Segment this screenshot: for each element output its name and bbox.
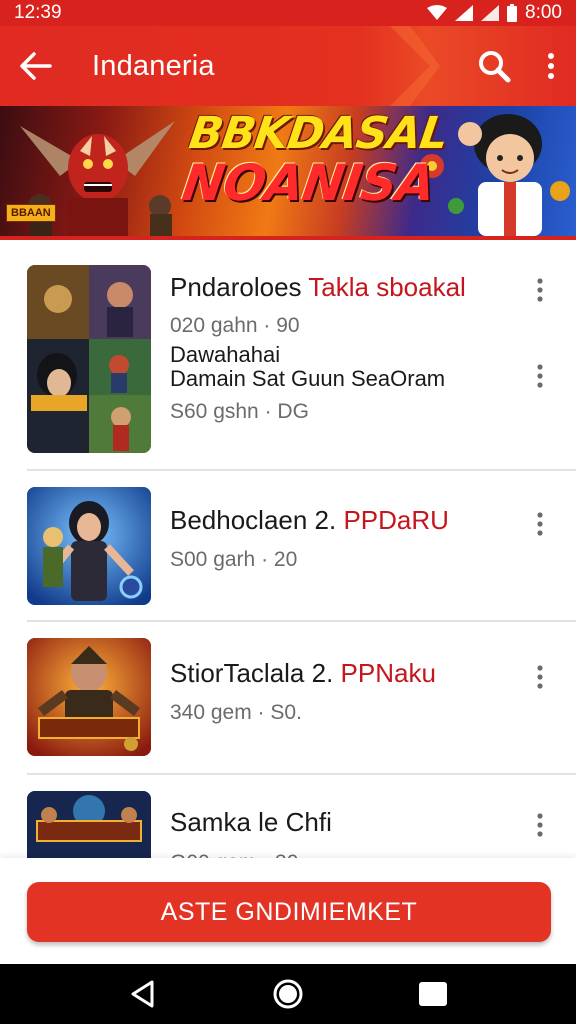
item-title-main: Bedhoclaen 2. xyxy=(170,505,344,535)
item-subtitle-2: Damain Sat Guun SeaOram xyxy=(170,366,446,391)
page-title: Indaneria xyxy=(92,49,215,82)
list-item[interactable]: Pndaroloes Takla sboakal 020 gahn · 90 D… xyxy=(0,240,576,471)
back-button[interactable] xyxy=(0,26,72,106)
nav-recents-icon xyxy=(419,982,448,1006)
search-icon xyxy=(479,51,511,83)
more-vert-icon xyxy=(548,53,554,79)
banner-badge: BBAAN xyxy=(6,204,56,222)
item-meta: 020 gahn · 90 xyxy=(170,314,300,337)
nav-back-icon xyxy=(131,980,154,1008)
nav-back-button[interactable] xyxy=(113,964,173,1024)
game-thumbnail xyxy=(27,638,151,756)
item-more-button[interactable] xyxy=(524,805,556,845)
item-title-accent: PPNaku xyxy=(340,658,436,688)
item-meta: 340 gem · S0. xyxy=(170,701,302,724)
system-nav-bar xyxy=(0,964,576,1024)
item-more-button[interactable] xyxy=(524,657,556,697)
list-item[interactable]: Samka le Chfi G00 gem · 30 xyxy=(0,775,576,865)
item-more-button[interactable] xyxy=(524,504,556,544)
overflow-menu-button[interactable] xyxy=(526,26,576,106)
status-bar: 12:39 8:00 xyxy=(0,0,576,26)
banner-title-line1: BBKDASAL xyxy=(186,108,451,159)
status-time: 12:39 xyxy=(14,2,62,23)
thumbnail-collage-art xyxy=(27,265,151,453)
more-vert-icon xyxy=(537,665,543,689)
item-title: Pndaroloes Takla sboakal xyxy=(170,272,466,303)
item-more-button[interactable] xyxy=(524,270,556,310)
item-title: Bedhoclaen 2. PPDaRU xyxy=(170,505,449,536)
item-title-main: Samka le Chfi xyxy=(170,807,332,837)
item-subtitle-1: Dawahahai xyxy=(170,342,281,367)
appbar-actions xyxy=(462,26,576,106)
bottom-action-bar: ASTE GNDIMIEMKET xyxy=(0,858,576,964)
item-meta: S00 garh · 20 xyxy=(170,548,298,571)
game-thumbnail xyxy=(27,265,151,453)
list-item[interactable]: Bedhoclaen 2. PPDaRU S00 garh · 20 xyxy=(0,471,576,623)
nav-home-button[interactable] xyxy=(258,964,318,1024)
item-title: StiorTaclala 2. PPNaku xyxy=(170,658,436,689)
list-item[interactable]: StiorTaclala 2. PPNaku 340 gem · S0. xyxy=(0,623,576,775)
list-divider xyxy=(27,620,576,622)
signal-icon xyxy=(455,5,474,21)
game-thumbnail xyxy=(27,487,151,605)
item-title-accent: PPDaRU xyxy=(343,505,449,535)
banner-title-line2: NOANISA xyxy=(178,154,439,212)
wifi-icon xyxy=(427,5,448,20)
item-more-button-secondary[interactable] xyxy=(524,356,556,396)
more-vert-icon xyxy=(537,813,543,837)
thumbnail-heroine-art xyxy=(27,487,151,605)
more-vert-icon xyxy=(537,278,543,302)
status-icons: 8:00 xyxy=(427,2,562,24)
nav-home-icon xyxy=(273,979,303,1009)
status-right-time: 8:00 xyxy=(525,2,562,23)
battery-icon xyxy=(507,4,518,22)
app-bar: Indaneria xyxy=(0,26,576,106)
item-title-accent: Takla sboakal xyxy=(308,272,466,302)
thumbnail-warrior-art xyxy=(27,638,151,756)
thumbnail-arena-art xyxy=(27,791,151,865)
item-title-main: Pndaroloes xyxy=(170,272,309,302)
item-title: Samka le Chfi xyxy=(170,807,332,838)
nav-recents-button[interactable] xyxy=(403,964,463,1024)
back-arrow-icon xyxy=(20,52,52,80)
game-thumbnail xyxy=(27,791,151,865)
signal-icon-2 xyxy=(481,5,500,21)
item-title-main: StiorTaclala 2. xyxy=(170,658,341,688)
more-vert-icon xyxy=(537,512,543,536)
appbar-decoration xyxy=(390,26,440,106)
item-sub-meta: S60 gshn · DG xyxy=(170,400,309,423)
more-vert-icon xyxy=(537,364,543,388)
banner-title: BBKDASAL NOANISA xyxy=(178,108,451,212)
search-button[interactable] xyxy=(462,26,526,106)
promo-banner[interactable]: BBKDASAL NOANISA BBAAN xyxy=(0,106,576,236)
primary-cta-button[interactable]: ASTE GNDIMIEMKET xyxy=(27,882,551,942)
